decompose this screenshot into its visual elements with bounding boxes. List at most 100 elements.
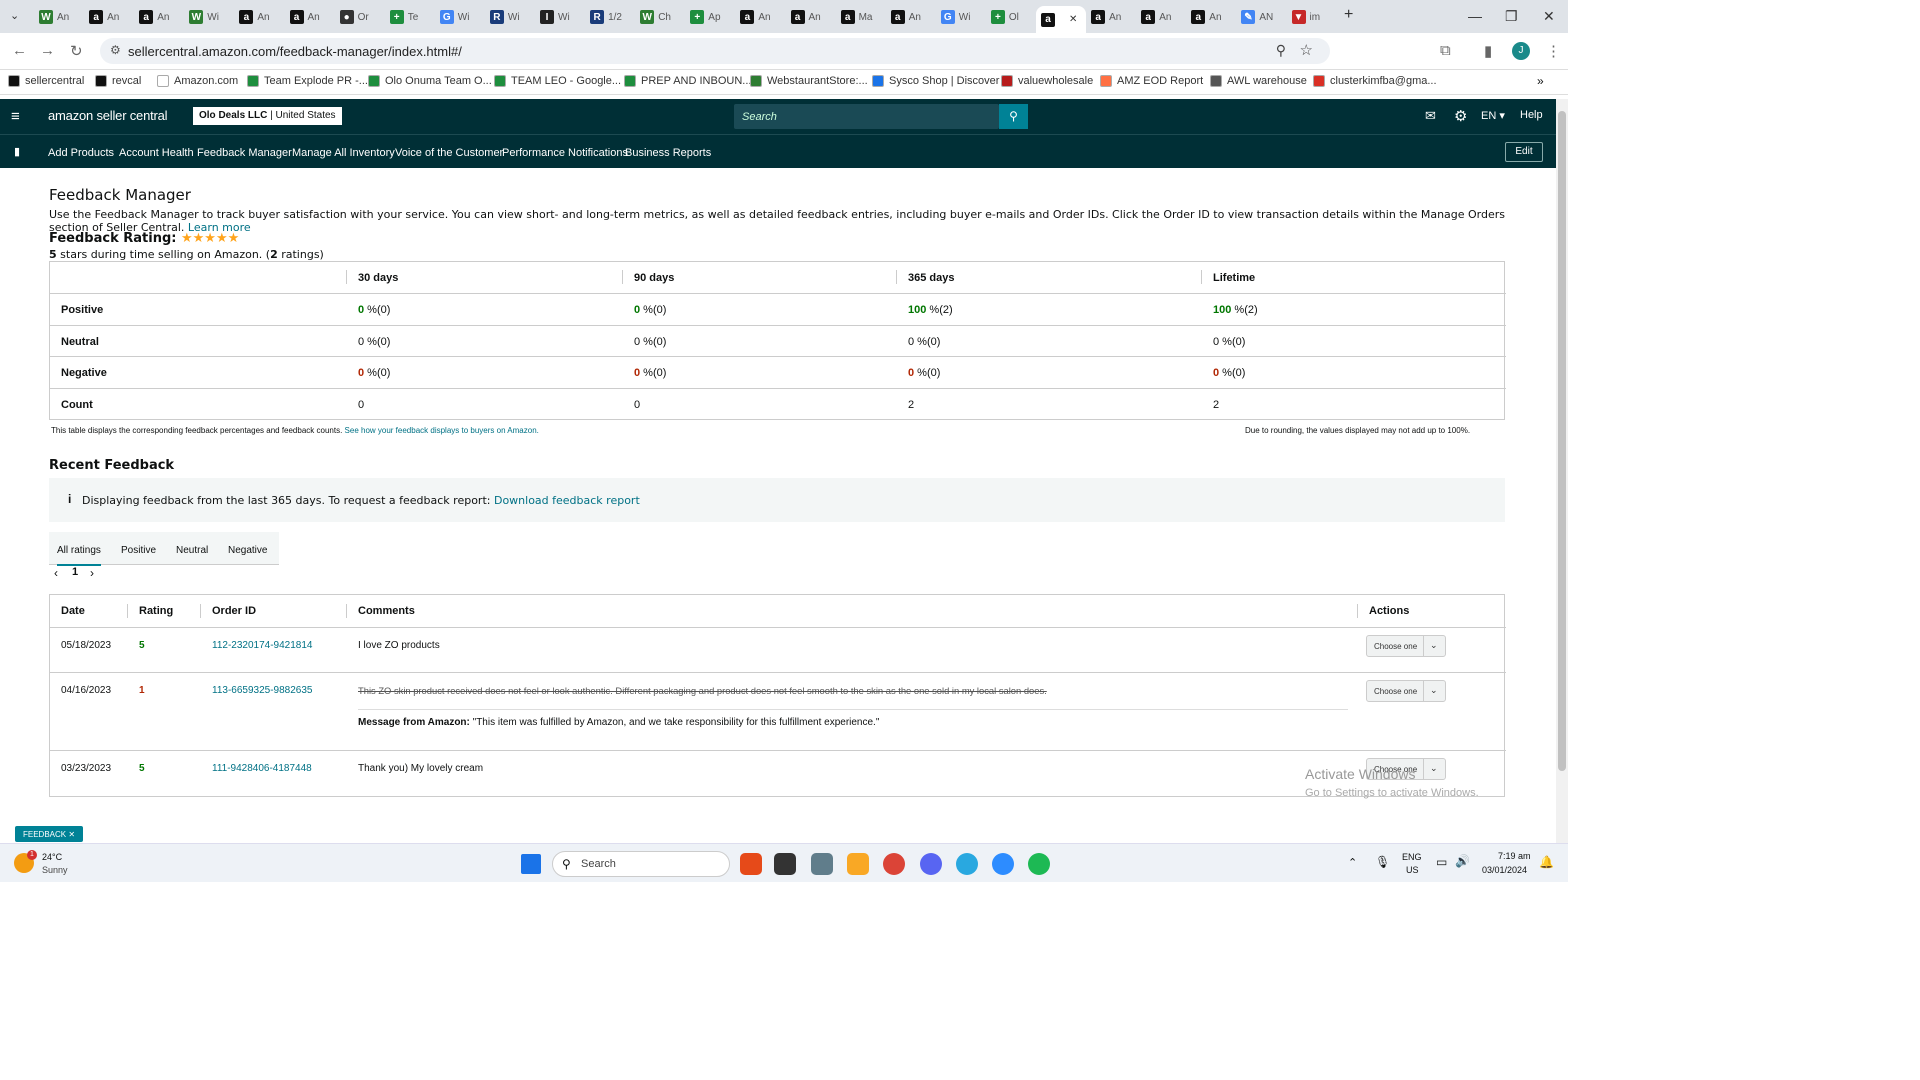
action-dropdown[interactable]: Choose one ⌄ [1366, 635, 1446, 657]
bookmark-item[interactable]: revcal [95, 75, 141, 87]
more-bookmarks-icon[interactable]: » [1537, 74, 1544, 88]
help-link[interactable]: Help [1520, 109, 1543, 121]
bookmark-item[interactable]: Sysco Shop | Discover [872, 75, 999, 87]
notification-bell-icon[interactable]: 🔔 [1539, 855, 1554, 869]
order-id-link[interactable]: 112-2320174-9421814 [212, 640, 312, 651]
browser-tab[interactable]: a Ma [836, 6, 886, 28]
new-tab-button[interactable]: + [1344, 6, 1353, 24]
bookmark-item[interactable]: sellercentral [8, 75, 84, 87]
browser-tab[interactable]: ● Or [335, 6, 385, 28]
browser-tab[interactable]: R Wi [485, 6, 535, 28]
start-icon[interactable] [521, 854, 541, 874]
close-window-icon[interactable]: ✕ [1543, 8, 1555, 25]
bookmark-item[interactable]: Olo Onuma Team O... [368, 75, 492, 87]
extensions-icon[interactable]: ⧉ [1440, 42, 1451, 59]
bookmark-item[interactable]: WebstaurantStore:... [750, 75, 868, 87]
spotify-icon[interactable] [1028, 853, 1050, 875]
bookmark-star-icon[interactable]: ☆ [1300, 41, 1313, 59]
action-dropdown[interactable]: Choose one ⌄ [1366, 680, 1446, 702]
download-report-link[interactable]: Download feedback report [494, 494, 640, 507]
language-indicator[interactable]: ENG [1402, 852, 1422, 862]
browser-tab[interactable]: W An [34, 6, 84, 28]
bookmark-item[interactable]: AMZ EOD Report [1100, 75, 1203, 87]
browser-tab[interactable]: a An [735, 6, 785, 28]
site-info-icon[interactable]: ⚙ [110, 43, 121, 57]
zoom-icon[interactable]: ⚲ [1276, 42, 1286, 59]
forward-icon[interactable]: → [40, 42, 55, 59]
nav-link-account-health[interactable]: Account Health [119, 147, 194, 159]
browser-tab[interactable]: a ✕ [1036, 6, 1086, 33]
browser-tab[interactable]: a An [886, 6, 936, 28]
nav-link-manage-all-inventory[interactable]: Manage All Inventory [292, 147, 395, 159]
prev-page-icon[interactable]: ‹ [54, 566, 58, 580]
clock-time[interactable]: 7:19 am [1498, 851, 1531, 861]
mic-icon[interactable]: 🎙 [1375, 855, 1390, 869]
page-scrollbar[interactable] [1556, 99, 1568, 843]
account-switcher[interactable]: Olo Deals LLC | United States [193, 107, 342, 125]
menu-dots-icon[interactable]: ⋮ [1546, 42, 1561, 60]
browser-tab[interactable]: a An [285, 6, 335, 28]
bookmark-item[interactable]: TEAM LEO - Google... [494, 75, 621, 87]
language-selector[interactable]: EN ▾ [1481, 109, 1505, 122]
bookmark-item[interactable]: Amazon.com [157, 75, 238, 87]
nav-link-business-reports[interactable]: Business Reports [625, 147, 711, 159]
browser-tab[interactable]: a An [1086, 6, 1136, 28]
network-icon[interactable]: ▭ [1436, 855, 1447, 869]
profile-avatar[interactable]: J [1512, 42, 1530, 60]
amazon-logo[interactable]: amazon seller central [48, 108, 168, 123]
mail-icon[interactable]: ✉ [1425, 108, 1436, 124]
filter-tab-all-ratings[interactable]: All ratings [57, 545, 101, 566]
nav-link-performance-notifications[interactable]: Performance Notifications [502, 147, 628, 159]
settings-gear-icon[interactable]: ⚙ [1454, 107, 1467, 125]
telegram-icon[interactable] [956, 853, 978, 875]
nav-link-feedback-manager[interactable]: Feedback Manager [197, 147, 292, 159]
browser-tab[interactable]: a An [84, 6, 134, 28]
chrome-icon[interactable] [883, 853, 905, 875]
edit-nav-button[interactable]: Edit [1505, 142, 1543, 162]
feedback-display-link[interactable]: See how your feedback displays to buyers… [345, 426, 539, 435]
scrollbar-thumb[interactable] [1558, 111, 1566, 771]
browser-tab[interactable]: G Wi [936, 6, 986, 28]
bookmark-item[interactable]: AWL warehouse [1210, 75, 1307, 87]
zoom-app-icon[interactable] [992, 853, 1014, 875]
hamburger-menu-icon[interactable]: ≡ [11, 108, 20, 125]
taskbar-search[interactable]: ⚲ Search [552, 851, 730, 877]
search-button[interactable]: ⚲ [999, 104, 1028, 129]
side-panel-icon[interactable]: ▮ [1484, 42, 1492, 60]
browser-tab[interactable]: a An [234, 6, 284, 28]
filter-tab-positive[interactable]: Positive [121, 545, 156, 556]
browser-tab[interactable]: a An [1136, 6, 1186, 28]
tab-close-icon[interactable]: ✕ [1069, 14, 1077, 25]
tab-search-icon[interactable]: ⌄ [10, 9, 19, 22]
browser-tab[interactable]: a An [786, 6, 836, 28]
copilot-icon[interactable] [740, 853, 762, 875]
nav-link-add-products[interactable]: Add Products [48, 147, 114, 159]
browser-tab[interactable]: a An [1186, 6, 1236, 28]
page-number[interactable]: 1 [72, 566, 78, 578]
back-icon[interactable]: ← [12, 42, 27, 59]
bookmark-item[interactable]: Team Explode PR -... [247, 75, 368, 87]
filter-tab-negative[interactable]: Negative [228, 545, 267, 556]
url-field[interactable]: ⚙ sellercentral.amazon.com/feedback-mana… [100, 38, 1330, 64]
browser-tab[interactable]: G Wi [435, 6, 485, 28]
minimize-icon[interactable]: — [1468, 8, 1482, 24]
browser-tab[interactable]: + Ap [685, 6, 735, 28]
browser-tab[interactable]: + Ol [986, 6, 1036, 28]
next-page-icon[interactable]: › [90, 566, 94, 580]
bookmark-item[interactable]: clusterkimfba@gma... [1313, 75, 1437, 87]
browser-tab[interactable]: W Ch [635, 6, 685, 28]
order-id-link[interactable]: 111-9428406-4187448 [212, 763, 312, 774]
browser-tab[interactable]: + Te [385, 6, 435, 28]
file-icon[interactable] [774, 853, 796, 875]
bookmark-item[interactable]: PREP AND INBOUN... [624, 75, 751, 87]
volume-icon[interactable]: 🔊 [1455, 854, 1470, 868]
browser-tab[interactable]: R 1/2 [585, 6, 635, 28]
file-explorer-icon[interactable] [847, 853, 869, 875]
feedback-button[interactable]: FEEDBACK ✕ [15, 826, 84, 842]
order-id-link[interactable]: 113-6659325-9882635 [212, 685, 312, 696]
restore-icon[interactable]: ❐ [1505, 8, 1518, 25]
nav-link-voice-of-the-customer[interactable]: Voice of the Customer [395, 147, 503, 159]
bookmark-item[interactable]: valuewholesale [1001, 75, 1093, 87]
search-input[interactable]: Search [734, 104, 999, 129]
browser-tab[interactable]: I Wi [535, 6, 585, 28]
